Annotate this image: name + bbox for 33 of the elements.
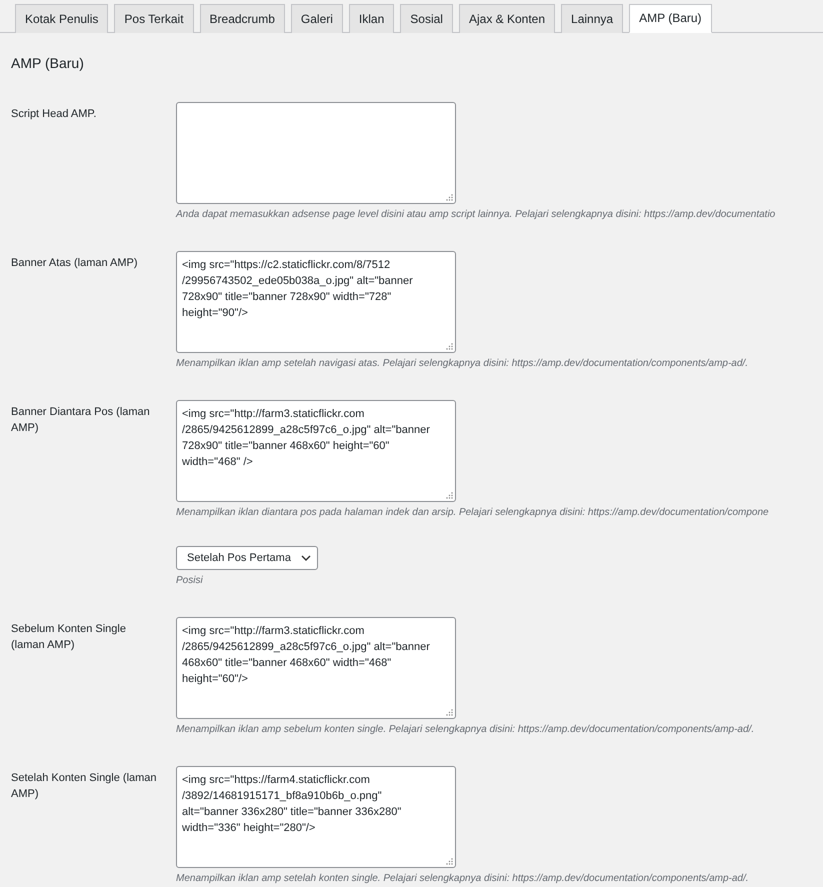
- resize-grip-icon[interactable]: [446, 492, 453, 499]
- field-description: Menampilkan iklan diantara pos pada halaman indek dan arsip. Pelajari selengkapnya disini: https://amp.dev/documentation/compone: [176, 506, 770, 520]
- field-label: Banner Diantara Pos (laman AMP): [11, 405, 151, 436]
- tab[interactable]: Sosial: [400, 4, 453, 33]
- field-label: Setelah Konten Single (laman AMP): [11, 771, 158, 802]
- code-textarea[interactable]: <img src="https://farm4.staticflickr.com /3892/14681915171_bf8a910b6b_o.png" alt="banner 336x280" title="banner 336x280" width="336" height="280"/>: [176, 766, 456, 868]
- field-description: Posisi: [176, 574, 204, 588]
- resize-grip-icon[interactable]: [446, 343, 453, 350]
- tab[interactable]: Lainnya: [561, 4, 624, 33]
- tab[interactable]: AMP (Baru): [629, 4, 712, 33]
- resize-grip-icon[interactable]: [446, 709, 453, 716]
- resize-grip-icon[interactable]: [446, 858, 453, 865]
- field-label: Script Head AMP.: [11, 107, 98, 122]
- position-select[interactable]: Setelah Pos Pertama: [176, 546, 318, 570]
- code-textarea[interactable]: <img src="http://farm3.staticflickr.com /2865/9425612899_a28c5f97c6_o.jpg" alt="banner 468x60" title="banner 468x60" width="468" height="60"/>: [176, 617, 456, 719]
- field-description: Menampilkan iklan amp setelah navigasi atas. Pelajari selengkapnya disini: https://amp.dev/documentation/components/amp-ad/.: [176, 357, 749, 371]
- section-title: AMP (Baru): [10, 54, 85, 73]
- chevron-down-icon: [300, 555, 311, 561]
- field-label: Banner Atas (laman AMP): [11, 256, 139, 271]
- resize-grip-icon[interactable]: [446, 194, 453, 201]
- code-textarea[interactable]: <img src="http://farm3.staticflickr.com /2865/9425612899_a28c5f97c6_o.jpg" alt="banner 728x90" title="banner 468x60" height="60" width="468" />: [176, 400, 456, 502]
- field-description: Menampilkan iklan amp sebelum konten single. Pelajari selengkapnya disini: https://amp.dev/documentation/components/amp-ad/.: [176, 723, 756, 737]
- tab[interactable]: Ajax & Konten: [458, 4, 556, 33]
- tab[interactable]: Breadcrumb: [200, 4, 285, 33]
- tab[interactable]: Galeri: [290, 4, 343, 33]
- tab[interactable]: Kotak Penulis: [15, 4, 108, 33]
- tab[interactable]: Pos Terkait: [114, 4, 194, 33]
- code-textarea[interactable]: [176, 102, 456, 204]
- field-label: Sebelum Konten Single (laman AMP): [11, 622, 127, 653]
- field-description: Menampilkan iklan amp setelah konten single. Pelajari selengkapnya disini: https://amp.dev/documentation/components/amp-ad/.: [176, 872, 750, 886]
- tab[interactable]: Iklan: [348, 4, 394, 33]
- code-textarea[interactable]: <img src="https://c2.staticflickr.com/8/7512 /29956743502_ede05b038a_o.jpg" alt="banner 728x90" title="banner 728x90" width="728" height="90"/>: [176, 251, 456, 353]
- field-description: Anda dapat memasukkan adsense page level disini atau amp script lainnya. Pelajari selengkapnya disini: https://amp.dev/documentatio: [176, 208, 776, 222]
